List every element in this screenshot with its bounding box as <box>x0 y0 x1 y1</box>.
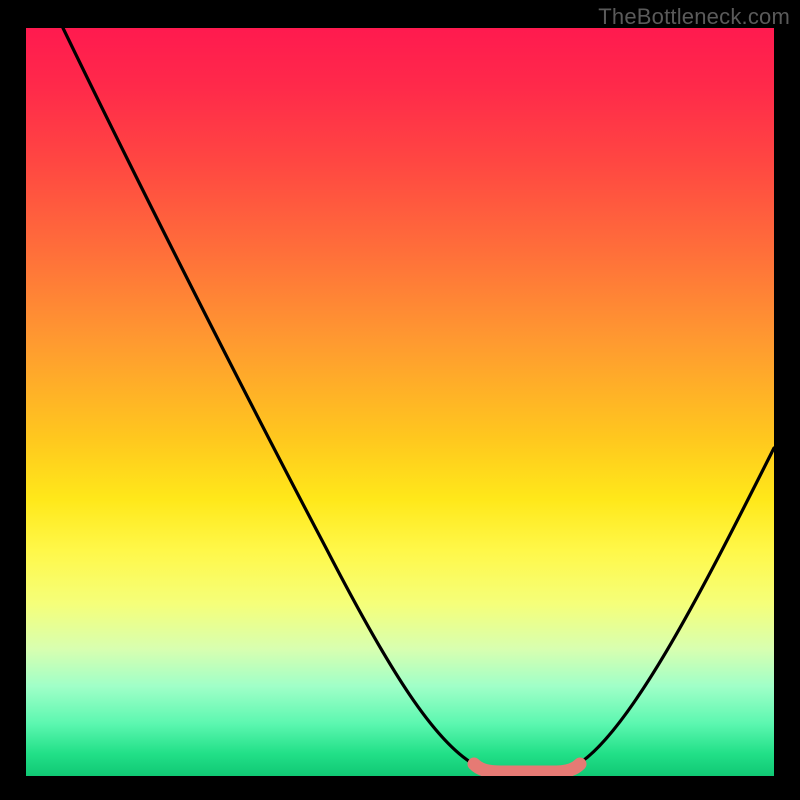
plot-gradient-background <box>26 28 774 776</box>
chart-frame: TheBottleneck.com <box>0 0 800 800</box>
curve-path <box>63 28 774 772</box>
plot-area-border <box>26 28 774 776</box>
optimal-band-marker <box>474 764 580 772</box>
watermark-text: TheBottleneck.com <box>598 4 790 30</box>
bottleneck-curve <box>26 28 774 776</box>
